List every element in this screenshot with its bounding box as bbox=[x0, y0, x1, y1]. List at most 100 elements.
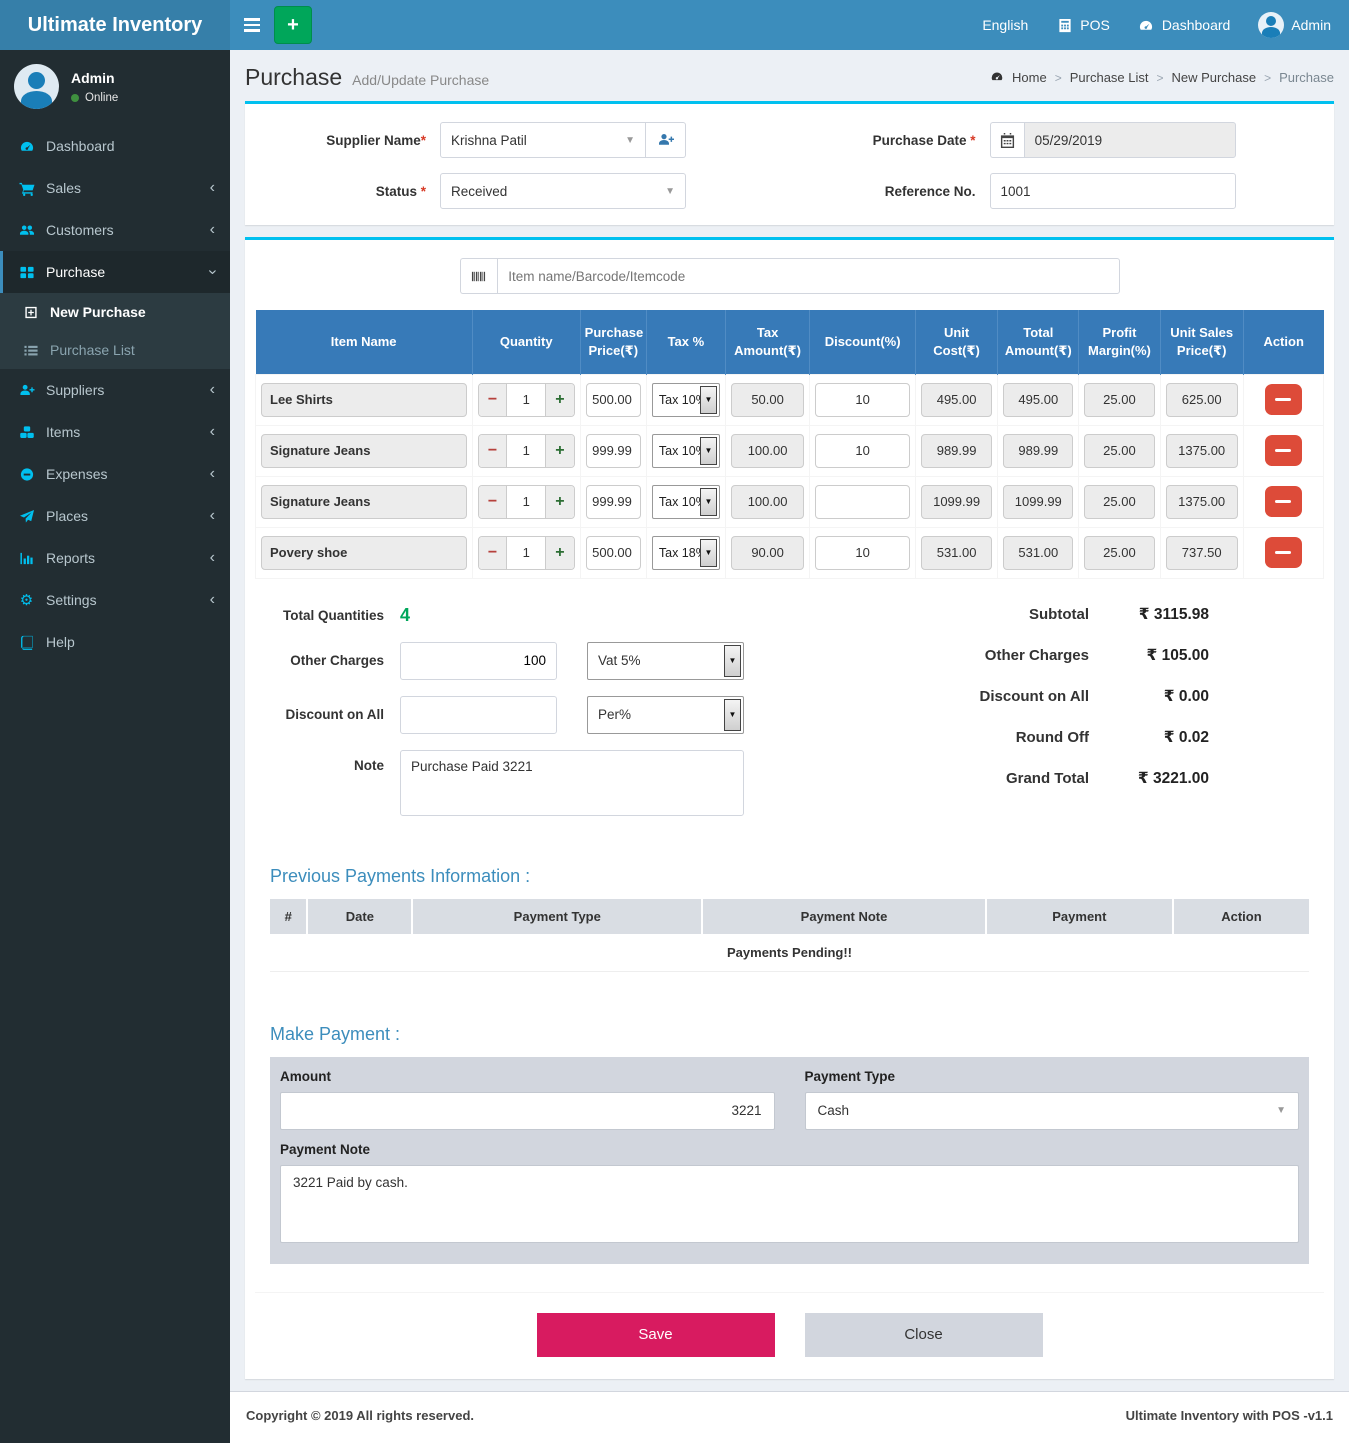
sidebar-item-help[interactable]: Help bbox=[0, 621, 230, 663]
sidebar-item-places[interactable]: Places ‹ bbox=[0, 495, 230, 537]
unit-sales-price-field: 1375.00 bbox=[1166, 485, 1238, 519]
grand-total-label: Grand Total bbox=[879, 770, 1089, 787]
quantity-increase-button[interactable]: + bbox=[545, 384, 573, 416]
remove-item-button[interactable] bbox=[1265, 537, 1302, 568]
quantity-increase-button[interactable]: + bbox=[545, 486, 573, 518]
payment-note-textarea[interactable] bbox=[280, 1165, 1299, 1243]
discount-type-select[interactable]: Per% ▼ bbox=[587, 696, 744, 734]
status-select[interactable]: Received▼ bbox=[440, 173, 686, 209]
sidebar-toggle-icon[interactable] bbox=[230, 0, 274, 50]
reference-no-input[interactable] bbox=[990, 173, 1236, 209]
purchase-price-input[interactable] bbox=[586, 536, 641, 570]
paper-plane-icon bbox=[18, 508, 35, 524]
page-subtitle: Add/Update Purchase bbox=[352, 72, 489, 88]
quantity-input[interactable] bbox=[507, 486, 545, 518]
discount-input[interactable] bbox=[815, 383, 910, 417]
note-textarea[interactable] bbox=[400, 750, 744, 816]
purchase-header-box: Supplier Name* Krishna Patil▼ Purchase D… bbox=[245, 101, 1334, 225]
purchase-price-input[interactable] bbox=[586, 383, 641, 417]
save-button[interactable]: Save bbox=[537, 1313, 775, 1357]
sidebar-item-expenses[interactable]: Expenses ‹ bbox=[0, 453, 230, 495]
other-charges-type-select[interactable]: Vat 5% ▼ bbox=[587, 642, 744, 680]
version-text: Ultimate Inventory with POS -v1.1 bbox=[1126, 1408, 1333, 1423]
sidebar-item-suppliers[interactable]: Suppliers ‹ bbox=[0, 369, 230, 411]
supplier-name-label: Supplier Name* bbox=[255, 133, 440, 148]
item-search-input[interactable] bbox=[497, 258, 1119, 294]
quantity-decrease-button[interactable]: − bbox=[479, 486, 507, 518]
remove-item-button[interactable] bbox=[1265, 435, 1302, 466]
list-icon bbox=[22, 342, 39, 358]
purchase-items-box: Item Name Quantity Purchase Price(₹) Tax… bbox=[245, 237, 1334, 1379]
sidebar-item-items[interactable]: Items ‹ bbox=[0, 411, 230, 453]
grand-total-value: ₹ 3221.00 bbox=[1089, 769, 1209, 788]
sidebar-item-customers[interactable]: Customers ‹ bbox=[0, 209, 230, 251]
caret-down-icon: ▼ bbox=[724, 699, 741, 731]
chevron-left-icon: ‹ bbox=[210, 595, 215, 605]
tax-select[interactable]: Tax 10% ▼ bbox=[652, 383, 720, 417]
sidebar-item-purchase-list[interactable]: Purchase List bbox=[0, 331, 230, 369]
add-supplier-button[interactable] bbox=[646, 122, 686, 158]
close-button[interactable]: Close bbox=[805, 1313, 1043, 1357]
page-footer: Copyright © 2019 All rights reserved. Ul… bbox=[230, 1391, 1349, 1443]
breadcrumb-purchase-list[interactable]: Purchase List bbox=[1070, 70, 1149, 85]
purchase-date-input[interactable] bbox=[1024, 122, 1236, 158]
tax-amount-field: 100.00 bbox=[731, 434, 804, 468]
quantity-decrease-button[interactable]: − bbox=[479, 537, 507, 569]
payment-amount-input[interactable] bbox=[280, 1092, 775, 1130]
discount-summary-value: ₹ 0.00 bbox=[1089, 687, 1209, 706]
item-name-field: Signature Jeans bbox=[261, 434, 467, 468]
quantity-input[interactable] bbox=[507, 537, 545, 569]
user-menu[interactable]: Admin bbox=[1258, 12, 1331, 38]
purchase-price-input[interactable] bbox=[586, 485, 641, 519]
caret-down-icon: ▼ bbox=[724, 645, 741, 677]
tax-select[interactable]: Tax 10% ▼ bbox=[652, 434, 720, 468]
breadcrumb-home[interactable]: Home bbox=[1012, 70, 1047, 85]
caret-down-icon: ▼ bbox=[700, 539, 717, 567]
pos-link[interactable]: POS bbox=[1056, 17, 1110, 33]
discount-input[interactable] bbox=[815, 485, 910, 519]
sidebar-item-new-purchase[interactable]: New Purchase bbox=[0, 293, 230, 331]
quantity-decrease-button[interactable]: − bbox=[479, 384, 507, 416]
remove-item-button[interactable] bbox=[1265, 384, 1302, 415]
sidebar-item-sales[interactable]: Sales ‹ bbox=[0, 167, 230, 209]
quantity-input[interactable] bbox=[507, 384, 545, 416]
online-status-label: Online bbox=[85, 92, 118, 104]
sidebar-item-dashboard[interactable]: Dashboard bbox=[0, 125, 230, 167]
user-plus-icon bbox=[657, 132, 675, 148]
discount-input[interactable] bbox=[815, 434, 910, 468]
discount-input[interactable] bbox=[815, 536, 910, 570]
note-label: Note bbox=[270, 750, 400, 773]
sidebar: Admin Online Dashboard Sales ‹ Customers bbox=[0, 50, 230, 1443]
item-name-field: Povery shoe bbox=[261, 536, 467, 570]
sidebar-item-settings[interactable]: ⚙ Settings ‹ bbox=[0, 579, 230, 621]
payment-type-select[interactable]: Cash ▼ bbox=[805, 1092, 1300, 1130]
purchase-price-input[interactable] bbox=[586, 434, 641, 468]
make-payment-panel: Amount Payment Type Cash ▼ Payment Note bbox=[270, 1057, 1309, 1264]
brand-logo[interactable]: Ultimate Inventory bbox=[0, 0, 230, 50]
quantity-increase-button[interactable]: + bbox=[545, 537, 573, 569]
tax-select[interactable]: Tax 18% ▼ bbox=[652, 536, 720, 570]
language-menu[interactable]: English bbox=[982, 17, 1028, 33]
sidebar-item-reports[interactable]: Reports ‹ bbox=[0, 537, 230, 579]
purchase-date-label: Purchase Date * bbox=[805, 133, 990, 148]
item-row: Lee Shirts − + Tax 10% bbox=[256, 374, 1324, 425]
quantity-decrease-button[interactable]: − bbox=[479, 435, 507, 467]
quantity-increase-button[interactable]: + bbox=[545, 435, 573, 467]
caret-down-icon: ▼ bbox=[700, 437, 717, 465]
breadcrumb-new-purchase[interactable]: New Purchase bbox=[1172, 70, 1257, 85]
supplier-select[interactable]: Krishna Patil▼ bbox=[440, 122, 646, 158]
dashboard-link[interactable]: Dashboard bbox=[1138, 17, 1231, 33]
sidebar-user-panel: Admin Online bbox=[0, 50, 230, 125]
form-actions: Save Close bbox=[255, 1292, 1324, 1379]
grid-icon bbox=[18, 264, 35, 280]
other-charges-input[interactable] bbox=[400, 642, 557, 680]
discount-on-all-input[interactable] bbox=[400, 696, 557, 734]
minus-icon bbox=[1275, 398, 1291, 402]
remove-item-button[interactable] bbox=[1265, 486, 1302, 517]
total-quantities-value: 4 bbox=[400, 605, 410, 626]
sidebar-item-purchase[interactable]: Purchase ‹ bbox=[0, 251, 230, 293]
quick-add-button[interactable]: + bbox=[274, 6, 312, 44]
tax-select[interactable]: Tax 10% ▼ bbox=[652, 485, 720, 519]
quantity-input[interactable] bbox=[507, 435, 545, 467]
unit-cost-field: 1099.99 bbox=[921, 485, 992, 519]
